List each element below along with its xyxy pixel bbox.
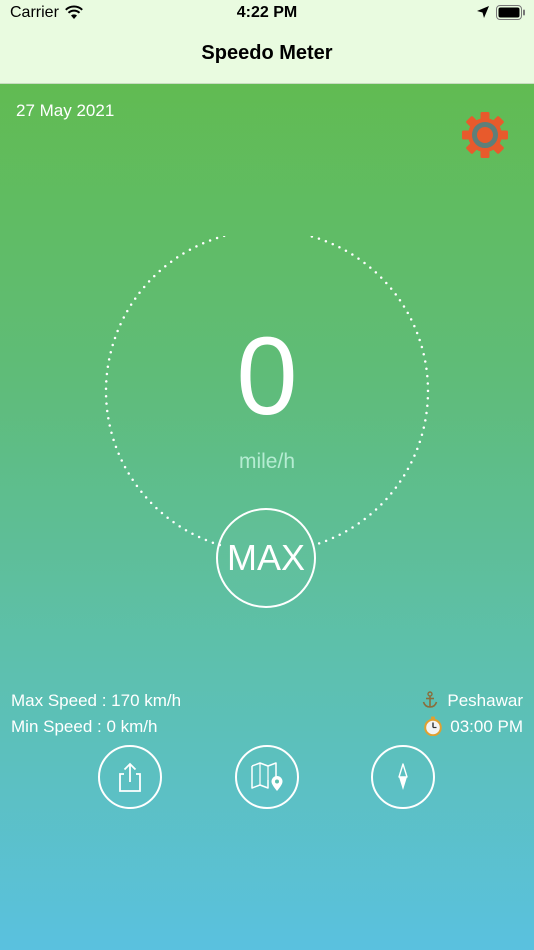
anchor-icon [419, 688, 441, 714]
trip-info: Peshawar 03:00 PM [419, 688, 523, 740]
time-label: 03:00 PM [450, 717, 523, 736]
gear-icon[interactable] [460, 110, 510, 160]
location-label: Peshawar [447, 691, 523, 710]
top-bar: Carrier 4:22 PM Speedo Meter [0, 0, 534, 84]
compass-icon [398, 763, 408, 790]
stopwatch-icon [422, 714, 444, 740]
compass-button[interactable] [371, 745, 435, 809]
share-icon [119, 762, 141, 792]
speedometer-screen: Carrier 4:22 PM Speedo Meter 27 May 2021 [0, 0, 534, 950]
page-title: Speedo Meter [201, 42, 333, 64]
share-button[interactable] [98, 745, 162, 809]
max-label: MAX [226, 537, 305, 578]
speed-stats: Max Speed : 170 km/h Min Speed : 0 km/h [11, 688, 181, 740]
date-label: 27 May 2021 [16, 101, 115, 120]
location-arrow-icon [477, 6, 489, 18]
speed-unit: mile/h [238, 450, 296, 473]
map-pin-icon [251, 762, 283, 791]
map-button[interactable] [235, 745, 299, 809]
location-row: Peshawar [419, 688, 523, 714]
max-button[interactable]: MAX [216, 508, 316, 608]
time-row: 03:00 PM [419, 714, 523, 740]
max-speed-label: Max Speed : 170 km/h [11, 691, 182, 710]
speed-value: 0 [236, 315, 298, 438]
min-speed-label: Min Speed : 0 km/h [11, 717, 158, 736]
status-time: 4:22 PM [236, 4, 298, 21]
battery-icon [496, 5, 525, 20]
